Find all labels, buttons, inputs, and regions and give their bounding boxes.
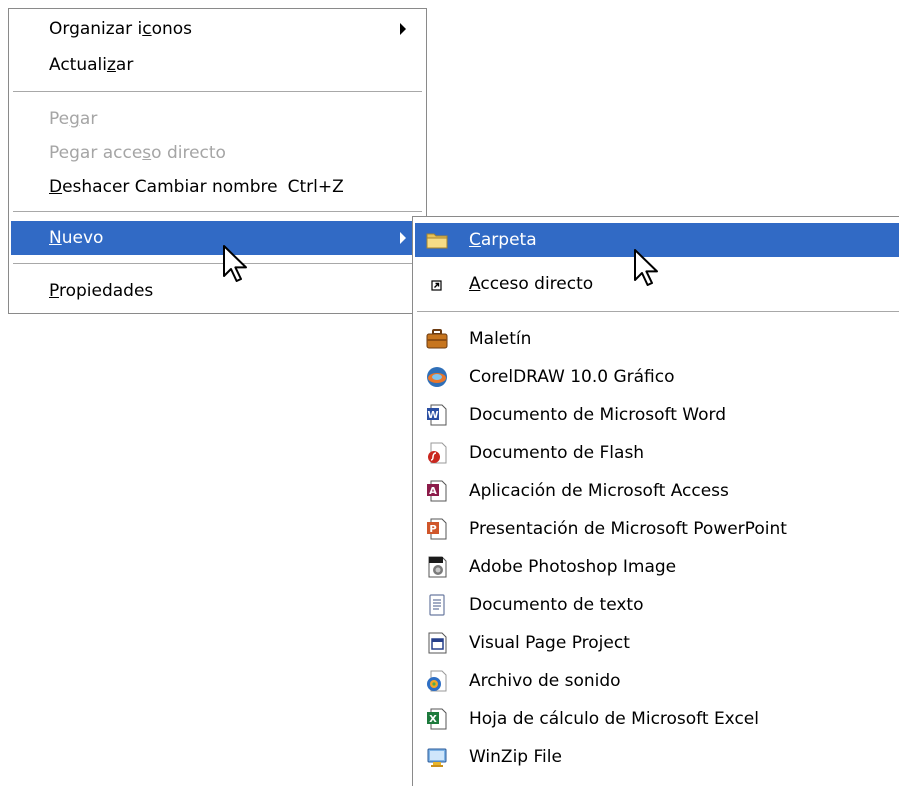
submenu-item-texto[interactable]: Documento de texto — [415, 586, 899, 624]
menu-item-label: Organizar i — [49, 19, 143, 39]
menu-item-label: Adobe Photoshop Image — [469, 557, 677, 577]
menu-item-accelerator: D — [49, 177, 63, 197]
menu-item-pegar: Pegar — [11, 101, 424, 137]
menu-separator — [13, 91, 422, 92]
submenu-item-sonido[interactable]: Archivo de sonido — [415, 662, 899, 700]
svg-text:W: W — [427, 410, 438, 421]
menu-item-accelerator: A — [469, 274, 481, 294]
menu-item-label: Presentación de Microsoft PowerPoint — [469, 519, 787, 539]
briefcase-icon — [425, 327, 449, 351]
menu-item-organizar-iconos[interactable]: Organizar iconos — [11, 11, 424, 47]
menu-item-label: ropiedades — [58, 281, 154, 301]
menu-item-label: eshacer Cambiar nombre — [62, 177, 278, 197]
access-icon: A — [425, 479, 449, 503]
excel-icon: X — [425, 707, 449, 731]
submenu-item-maletin[interactable]: Maletín — [415, 320, 899, 358]
menu-item-label: CorelDRAW 10.0 Gráfico — [469, 367, 675, 387]
shortcut-icon — [425, 272, 449, 296]
menu-item-nuevo[interactable]: Nuevo — [11, 221, 424, 255]
menu-item-label: Maletín — [469, 329, 532, 349]
menu-item-actualizar[interactable]: Actualizar — [11, 47, 424, 83]
menu-separator — [13, 263, 422, 264]
photoshop-icon — [425, 555, 449, 579]
menu-item-label: ar — [115, 55, 134, 75]
menu-item-shortcut: Ctrl+Z — [287, 177, 344, 197]
menu-item-label: WinZip File — [469, 747, 562, 767]
menu-item-accelerator: z — [106, 55, 116, 75]
menu-item-label: uevo — [61, 228, 104, 248]
menu-item-accelerator: c — [142, 19, 152, 39]
menu-item-label: cceso directo — [480, 274, 594, 294]
menu-item-label: Pe — [49, 109, 70, 129]
text-document-icon — [425, 593, 449, 617]
submenu-item-excel[interactable]: X Hoja de cálculo de Microsoft Excel — [415, 700, 899, 738]
flash-icon — [425, 441, 449, 465]
menu-item-deshacer-cambiar-nombre[interactable]: Deshacer Cambiar nombre Ctrl+Z — [11, 169, 424, 205]
mouse-pointer-icon — [222, 244, 248, 284]
word-icon: W — [425, 403, 449, 427]
svg-text:A: A — [429, 486, 437, 497]
svg-text:P: P — [429, 524, 436, 535]
submenu-item-winzip[interactable]: WinZip File — [415, 738, 899, 776]
menu-item-accelerator: N — [49, 228, 62, 248]
menu-item-label: o directo — [151, 143, 226, 163]
submenu-item-photoshop[interactable]: Adobe Photoshop Image — [415, 548, 899, 586]
menu-item-accelerator: g — [69, 109, 80, 129]
submenu-item-powerpoint[interactable]: P Presentación de Microsoft PowerPoint — [415, 510, 899, 548]
visual-page-icon — [425, 631, 449, 655]
menu-item-pegar-acceso-directo: Pegar acceso directo — [11, 135, 424, 171]
submenu-arrow-icon — [400, 23, 406, 35]
submenu-item-coreldraw[interactable]: CorelDRAW 10.0 Gráfico — [415, 358, 899, 396]
menu-item-label: Documento de Microsoft Word — [469, 405, 726, 425]
desktop-context-menu: Organizar iconos Actualizar Pegar Pegar … — [8, 8, 427, 314]
menu-item-label: Visual Page Project — [469, 633, 630, 653]
menu-item-label: arpeta — [480, 230, 537, 250]
menu-item-label: ar — [79, 109, 98, 129]
menu-item-label: Actuali — [49, 55, 107, 75]
powerpoint-icon: P — [425, 517, 449, 541]
menu-item-label: Archivo de sonido — [469, 671, 621, 691]
submenu-item-access[interactable]: A Aplicación de Microsoft Access — [415, 472, 899, 510]
folder-icon — [425, 228, 449, 252]
menu-item-accelerator: s — [142, 143, 152, 163]
svg-text:X: X — [429, 714, 437, 725]
menu-item-label: Hoja de cálculo de Microsoft Excel — [469, 709, 759, 729]
winzip-icon — [425, 745, 449, 769]
menu-item-propiedades[interactable]: Propiedades — [11, 273, 424, 309]
menu-item-label: onos — [151, 19, 193, 39]
submenu-item-flash[interactable]: Documento de Flash — [415, 434, 899, 472]
submenu-arrow-icon — [400, 232, 406, 244]
menu-item-accelerator: P — [49, 281, 59, 301]
menu-item-accelerator: C — [469, 230, 481, 250]
submenu-item-word[interactable]: W Documento de Microsoft Word — [415, 396, 899, 434]
new-item-submenu: Carpeta Acceso directo Maletín CorelDRAW… — [412, 216, 899, 786]
coreldraw-icon — [425, 365, 449, 389]
submenu-item-visual-page[interactable]: Visual Page Project — [415, 624, 899, 662]
menu-item-label: Aplicación de Microsoft Access — [469, 481, 729, 501]
menu-item-label: Documento de texto — [469, 595, 644, 615]
sound-file-icon — [425, 669, 449, 693]
menu-item-label: Pegar acce — [49, 143, 143, 163]
menu-separator — [13, 211, 422, 212]
mouse-pointer-icon — [633, 248, 659, 288]
menu-separator — [417, 311, 899, 312]
menu-item-label: Documento de Flash — [469, 443, 645, 463]
